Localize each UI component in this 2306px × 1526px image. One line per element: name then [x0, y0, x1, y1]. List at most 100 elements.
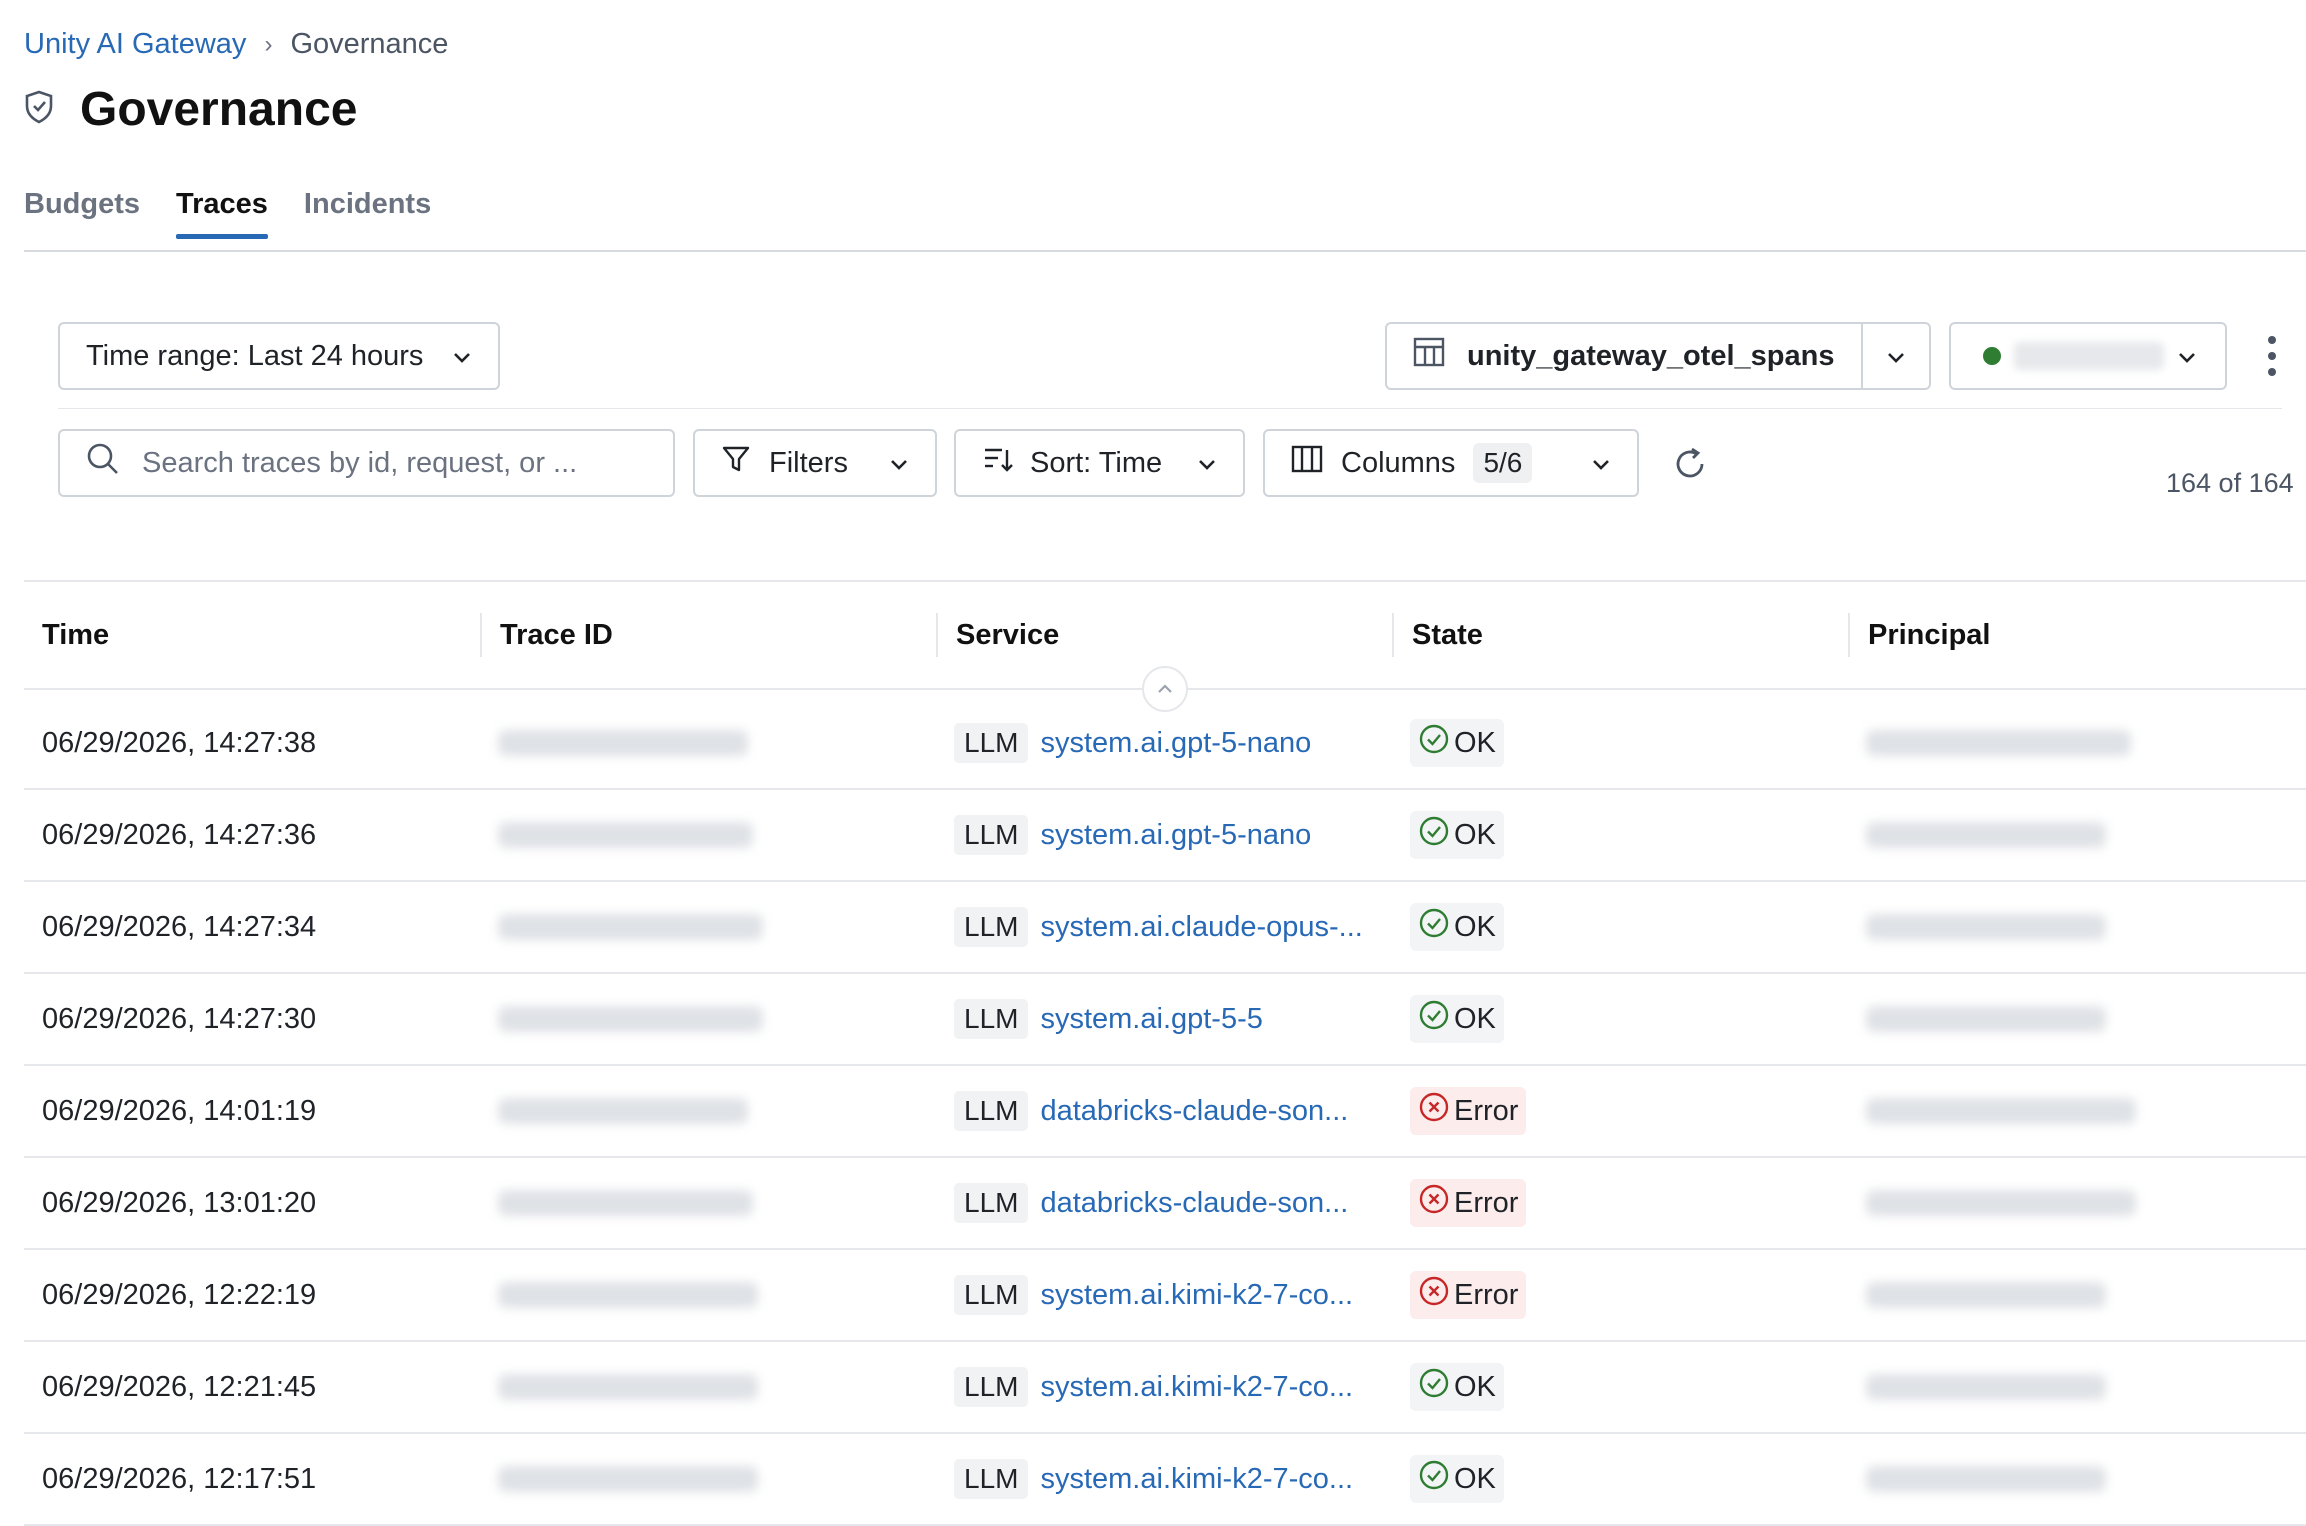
breadcrumb-current: Governance	[290, 28, 449, 60]
table-row[interactable]: 06/29/2026, 14:01:19 LLM databricks-clau…	[24, 1066, 2306, 1158]
chevron-down-icon	[452, 340, 472, 373]
cell-state: OK	[1392, 1455, 1848, 1503]
cell-trace-id[interactable]	[480, 1374, 936, 1400]
status-badge: Error	[1410, 1087, 1527, 1135]
cell-state: OK	[1392, 719, 1848, 767]
principal-redacted	[1866, 914, 2106, 940]
cell-state: Error	[1392, 1087, 1848, 1135]
table-row[interactable]: 06/29/2026, 12:22:19 LLM system.ai.kimi-…	[24, 1250, 2306, 1342]
time-value: 06/29/2026, 14:01:19	[42, 1094, 317, 1127]
cell-principal	[1848, 822, 2306, 848]
cell-time: 06/29/2026, 12:21:45	[24, 1371, 480, 1404]
cell-trace-id[interactable]	[480, 730, 936, 756]
status-dot-icon	[1983, 347, 2001, 365]
cell-service: LLM system.ai.kimi-k2-7-co...	[936, 1459, 1392, 1499]
cell-time: 06/29/2026, 12:22:19	[24, 1279, 480, 1312]
check-circle-icon	[1418, 815, 1450, 855]
service-link[interactable]: system.ai.gpt-5-nano	[1040, 727, 1311, 760]
chevron-down-icon	[1197, 447, 1217, 480]
cell-time: 06/29/2026, 12:17:51	[24, 1463, 480, 1496]
span-type-badge: LLM	[954, 907, 1029, 947]
time-value: 06/29/2026, 13:01:20	[42, 1186, 317, 1219]
cell-service: LLM system.ai.kimi-k2-7-co...	[936, 1275, 1392, 1315]
tab-budgets[interactable]: Budgets	[24, 188, 140, 239]
more-options-icon[interactable]	[2262, 336, 2282, 376]
columns-button[interactable]: Columns 5/6	[1263, 429, 1639, 497]
cell-trace-id[interactable]	[480, 1098, 936, 1124]
warehouse-selector[interactable]	[1949, 322, 2227, 390]
cell-trace-id[interactable]	[480, 1282, 936, 1308]
breadcrumb: Unity AI Gateway › Governance	[24, 28, 448, 61]
sort-label: Sort: Time	[1030, 446, 1163, 479]
page-title: Governance	[80, 83, 358, 136]
table-row[interactable]: 06/29/2026, 14:27:36 LLM system.ai.gpt-5…	[24, 790, 2306, 882]
columns-icon	[1291, 444, 1323, 482]
service-link[interactable]: system.ai.kimi-k2-7-co...	[1040, 1463, 1353, 1496]
service-link[interactable]: system.ai.gpt-5-5	[1040, 1003, 1262, 1036]
chevron-down-icon	[2177, 340, 2197, 373]
cell-trace-id[interactable]	[480, 822, 936, 848]
cell-time: 06/29/2026, 14:27:38	[24, 727, 480, 760]
status-label: OK	[1454, 910, 1496, 943]
cell-principal	[1848, 1466, 2306, 1492]
table-row[interactable]: 06/29/2026, 14:27:34 LLM system.ai.claud…	[24, 882, 2306, 974]
table-selector[interactable]: unity_gateway_otel_spans	[1385, 322, 1931, 390]
column-header-service[interactable]: Service	[936, 613, 1392, 657]
search-box[interactable]	[58, 429, 675, 497]
breadcrumb-link-unity-ai-gateway[interactable]: Unity AI Gateway	[24, 28, 246, 61]
chevron-down-icon	[1886, 340, 1906, 373]
cell-trace-id[interactable]	[480, 1006, 936, 1032]
table-row[interactable]: 06/29/2026, 12:21:45 LLM system.ai.kimi-…	[24, 1342, 2306, 1434]
service-link[interactable]: databricks-claude-son...	[1040, 1187, 1348, 1220]
principal-redacted	[1866, 1282, 2106, 1308]
cell-service: LLM system.ai.gpt-5-5	[936, 999, 1392, 1039]
cell-time: 06/29/2026, 14:27:34	[24, 911, 480, 944]
table-row[interactable]: 06/29/2026, 12:17:51 LLM system.ai.kimi-…	[24, 1434, 2306, 1526]
x-circle-icon	[1418, 1183, 1450, 1223]
cell-service: LLM system.ai.gpt-5-nano	[936, 723, 1392, 763]
cell-trace-id[interactable]	[480, 1190, 936, 1216]
filters-button[interactable]: Filters	[693, 429, 937, 497]
sort-button[interactable]: Sort: Time	[954, 429, 1245, 497]
service-link[interactable]: system.ai.kimi-k2-7-co...	[1040, 1371, 1353, 1404]
span-type-badge: LLM	[954, 999, 1029, 1039]
table-row[interactable]: 06/29/2026, 14:27:30 LLM system.ai.gpt-5…	[24, 974, 2306, 1066]
cell-trace-id[interactable]	[480, 914, 936, 940]
column-header-time[interactable]: Time	[24, 613, 480, 657]
table-selector-main[interactable]: unity_gateway_otel_spans	[1387, 324, 1861, 388]
status-badge: Error	[1410, 1179, 1527, 1227]
tab-incidents[interactable]: Incidents	[304, 188, 431, 239]
cell-trace-id[interactable]	[480, 1466, 936, 1492]
principal-redacted	[1866, 730, 2131, 756]
span-type-badge: LLM	[954, 723, 1029, 763]
cell-principal	[1848, 1098, 2306, 1124]
span-type-badge: LLM	[954, 1459, 1029, 1499]
check-circle-icon	[1418, 999, 1450, 1039]
status-badge: OK	[1410, 903, 1504, 951]
service-link[interactable]: system.ai.kimi-k2-7-co...	[1040, 1279, 1353, 1312]
trace-id-redacted	[498, 1190, 753, 1216]
column-header-state[interactable]: State	[1392, 613, 1848, 657]
table-selector-caret[interactable]	[1861, 324, 1929, 388]
column-header-principal[interactable]: Principal	[1848, 613, 2306, 657]
column-header-trace-id[interactable]: Trace ID	[480, 613, 936, 657]
x-circle-icon	[1418, 1091, 1450, 1131]
chevron-up-icon[interactable]	[1142, 666, 1188, 712]
service-link[interactable]: system.ai.gpt-5-nano	[1040, 819, 1311, 852]
table-name: unity_gateway_otel_spans	[1467, 339, 1835, 372]
span-type-badge: LLM	[954, 1091, 1029, 1131]
refresh-icon[interactable]	[1670, 444, 1710, 484]
page-header: Governance	[24, 82, 357, 137]
cell-time: 06/29/2026, 13:01:20	[24, 1187, 480, 1220]
search-input[interactable]	[140, 445, 647, 481]
span-type-badge: LLM	[954, 1183, 1029, 1223]
table-row[interactable]: 06/29/2026, 13:01:20 LLM databricks-clau…	[24, 1158, 2306, 1250]
time-range-dropdown[interactable]: Time range: Last 24 hours	[58, 322, 500, 390]
cell-principal	[1848, 1374, 2306, 1400]
chevron-right-icon: ›	[264, 30, 273, 58]
service-link[interactable]: system.ai.claude-opus-...	[1040, 911, 1362, 944]
service-link[interactable]: databricks-claude-son...	[1040, 1095, 1348, 1128]
cell-state: Error	[1392, 1179, 1848, 1227]
tab-traces[interactable]: Traces	[176, 188, 268, 239]
toolbar-divider	[58, 408, 2282, 409]
